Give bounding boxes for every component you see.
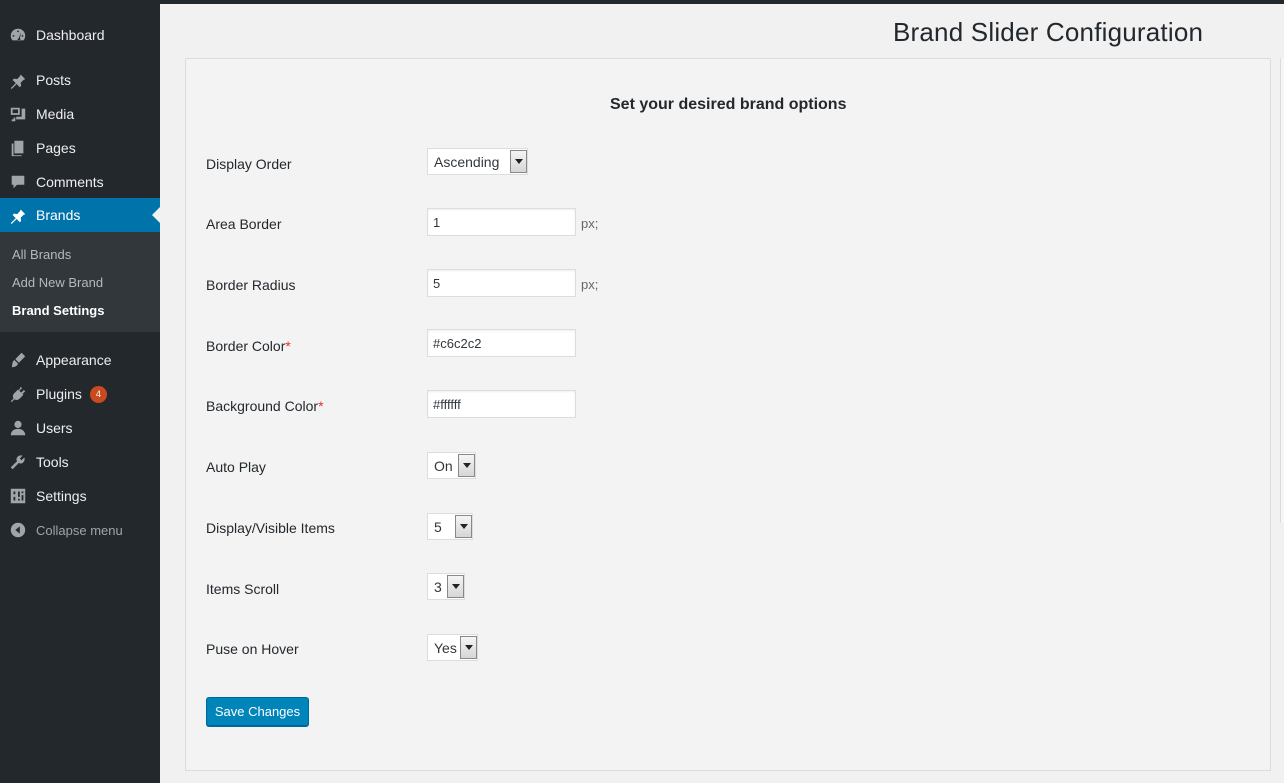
sidebar-item-label: Users — [36, 420, 73, 436]
background-color-input[interactable] — [427, 390, 576, 418]
border-color-label: Border Color* — [206, 338, 291, 354]
display-order-value: Ascending — [434, 153, 500, 170]
brands-submenu: All Brands Add New Brand Brand Settings — [0, 232, 160, 332]
chevron-down-icon — [510, 150, 527, 173]
pause-on-hover-select[interactable]: Yes — [427, 634, 478, 661]
sidebar-item-label: Dashboard — [36, 27, 105, 43]
pause-on-hover-value: Yes — [434, 639, 457, 656]
chevron-down-icon — [447, 575, 464, 598]
display-order-label: Display Order — [206, 156, 292, 172]
sidebar-item-posts[interactable]: Posts — [0, 63, 160, 97]
pause-on-hover-label: Puse on Hover — [206, 641, 299, 657]
sidebar-item-plugins[interactable]: Plugins 4 — [0, 377, 160, 411]
sidebar-item-settings[interactable]: Settings — [0, 479, 160, 513]
sidebar-item-label: Posts — [36, 72, 72, 88]
collapse-menu-button[interactable]: Collapse menu — [0, 513, 160, 547]
background-color-label: Background Color* — [206, 398, 324, 414]
user-icon — [0, 411, 36, 445]
sidebar-item-pages[interactable]: Pages — [0, 131, 160, 165]
visible-items-label: Display/Visible Items — [206, 520, 335, 536]
sidebar-item-label: Appearance — [36, 352, 112, 368]
sidebar-item-dashboard[interactable]: Dashboard — [0, 18, 160, 52]
sidebar-item-users[interactable]: Users — [0, 411, 160, 445]
sidebar-item-label: Media — [36, 106, 75, 122]
display-order-select[interactable]: Ascending — [427, 148, 528, 175]
brush-icon — [0, 343, 36, 377]
auto-play-label: Auto Play — [206, 459, 266, 475]
plug-icon — [0, 377, 36, 411]
page-title: Brand Slider Configuration — [893, 17, 1204, 47]
border-radius-label: Border Radius — [206, 277, 296, 293]
items-scroll-select[interactable]: 3 — [427, 573, 465, 600]
comment-icon — [0, 165, 36, 199]
sidebar-item-label: Plugins — [36, 386, 82, 402]
sidebar-item-media[interactable]: Media — [0, 97, 160, 131]
dashboard-icon — [0, 18, 36, 52]
sidebar-item-label: Collapse menu — [36, 522, 123, 538]
chevron-down-icon — [455, 515, 472, 538]
scroll-edge — [1280, 58, 1284, 523]
wrench-icon — [0, 445, 36, 479]
items-scroll-value: 3 — [434, 578, 442, 595]
settings-panel — [185, 58, 1271, 771]
required-marker: * — [285, 338, 291, 354]
border-radius-input[interactable] — [427, 269, 576, 297]
border-color-input[interactable] — [427, 329, 576, 357]
auto-play-value: On — [434, 457, 453, 474]
visible-items-select[interactable]: 5 — [427, 513, 473, 540]
background-color-label-text: Background Color — [206, 398, 319, 414]
chevron-down-icon — [458, 454, 475, 477]
sliders-icon — [0, 479, 36, 513]
sidebar-item-label: Tools — [36, 454, 69, 470]
plugins-update-badge: 4 — [89, 385, 107, 403]
area-border-label: Area Border — [206, 216, 282, 232]
visible-items-value: 5 — [434, 518, 442, 535]
admin-bar — [0, 0, 1284, 4]
border-radius-unit: px; — [581, 277, 599, 292]
auto-play-select[interactable]: On — [427, 452, 476, 479]
sidebar-item-comments[interactable]: Comments — [0, 165, 160, 199]
area-border-unit: px; — [581, 216, 599, 231]
sidebar-item-label: Pages — [36, 140, 76, 156]
sidebar-item-label: Settings — [36, 488, 87, 504]
save-changes-button[interactable]: Save Changes — [206, 697, 309, 726]
area-border-input[interactable] — [427, 208, 576, 236]
collapse-arrow-icon — [0, 513, 36, 547]
chevron-down-icon — [460, 636, 477, 659]
admin-sidebar: Dashboard Posts Media Pages Comments Bra… — [0, 0, 160, 783]
submenu-item-add-new-brand[interactable]: Add New Brand — [12, 275, 103, 290]
panel-heading: Set your desired brand options — [610, 96, 847, 113]
sidebar-item-label: Comments — [36, 174, 104, 190]
pin-icon — [0, 63, 36, 97]
border-color-label-text: Border Color — [206, 338, 286, 354]
submenu-item-brand-settings[interactable]: Brand Settings — [12, 303, 104, 318]
items-scroll-label: Items Scroll — [206, 581, 280, 597]
required-marker: * — [318, 398, 324, 414]
submenu-item-all-brands[interactable]: All Brands — [12, 247, 71, 262]
sidebar-item-label: Brands — [36, 207, 81, 223]
sidebar-item-appearance[interactable]: Appearance — [0, 343, 160, 377]
sidebar-item-tools[interactable]: Tools — [0, 445, 160, 479]
pin-icon — [0, 198, 36, 232]
media-icon — [0, 97, 36, 131]
pages-icon — [0, 131, 36, 165]
sidebar-item-brands[interactable]: Brands — [0, 198, 160, 232]
